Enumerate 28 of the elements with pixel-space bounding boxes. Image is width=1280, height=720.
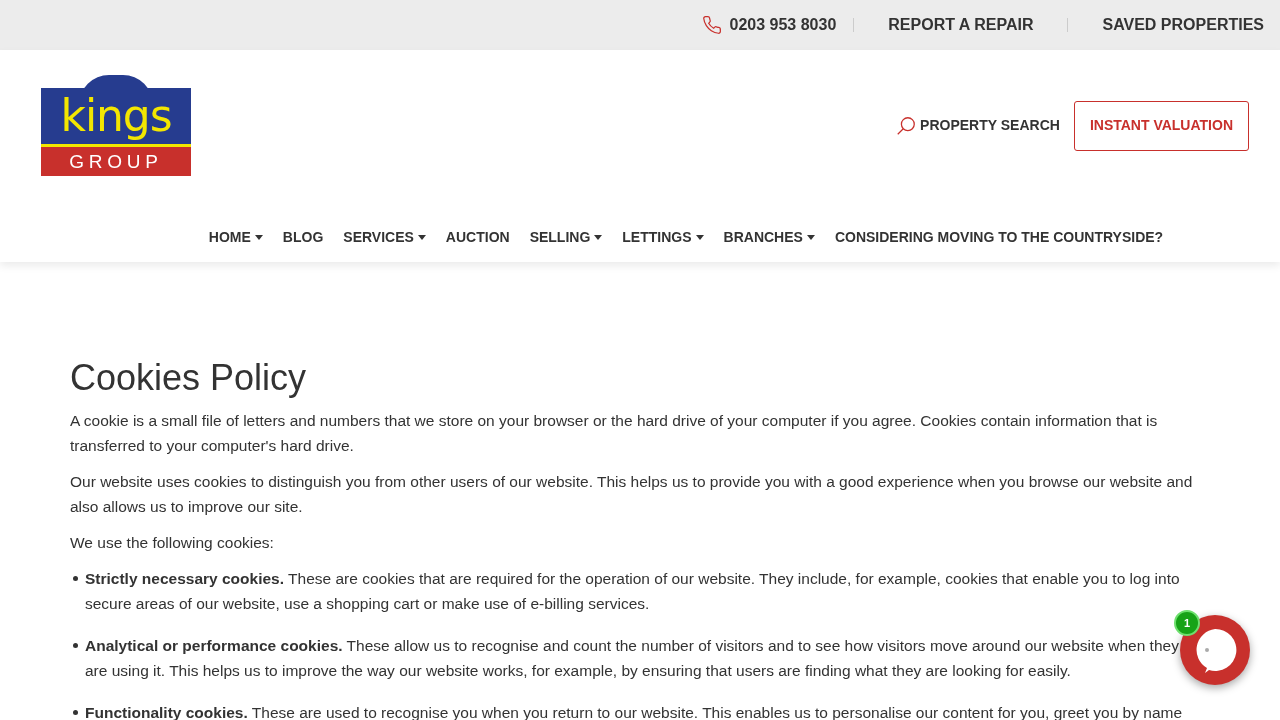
nav-item[interactable]: AUCTION xyxy=(445,227,510,248)
page-title: Cookies Policy xyxy=(70,356,308,400)
caret-icon xyxy=(695,235,704,240)
chat-button[interactable] xyxy=(1180,615,1250,685)
top-link[interactable]: REPORT A REPAIR xyxy=(888,13,1034,37)
paragraph: A cookie is a small file of letters and numbers that we store on your browser or the hard drive of your computer if you agree. Cookies contain information that is transferred to your computer's hard drive. xyxy=(70,411,1159,456)
logo-word: kings xyxy=(60,94,172,138)
nav-item[interactable]: BLOG xyxy=(282,227,324,248)
nav-item[interactable]: CONSIDERING MOVING TO THE COUNTRYSIDE? xyxy=(834,227,1164,248)
caret-icon xyxy=(417,235,426,240)
paragraph: Our website uses cookies to distinguish you from other users of our website. This helps us to provide you with a good experience when you browse our website and also allows us to improve our site. xyxy=(70,472,1194,517)
phone-icon xyxy=(701,15,722,35)
instant-valuation-button[interactable]: INSTANT VALUATION xyxy=(1073,100,1249,151)
search-icon xyxy=(895,114,918,137)
top-link[interactable]: SAVED PROPERTIES xyxy=(1102,13,1264,37)
caret-icon xyxy=(254,235,263,240)
nav-item[interactable]: SERVICES xyxy=(343,227,426,248)
caret-icon xyxy=(594,235,603,240)
nav-item[interactable]: BRANCHES xyxy=(723,227,815,248)
nav-item[interactable]: SELLING xyxy=(529,227,603,248)
nav-item[interactable]: HOME xyxy=(208,227,263,248)
nav-item[interactable]: LETTINGS xyxy=(622,227,704,248)
property-search-button[interactable]: PROPERTY SEARCH xyxy=(895,114,1060,137)
caret-icon xyxy=(806,235,815,240)
logo-subword: GROUP xyxy=(69,152,163,171)
paragraph: We use the following cookies: xyxy=(70,533,275,553)
phone-link[interactable]: 0203 953 8030 xyxy=(729,13,837,37)
notification-badge: 1 xyxy=(1174,610,1200,636)
